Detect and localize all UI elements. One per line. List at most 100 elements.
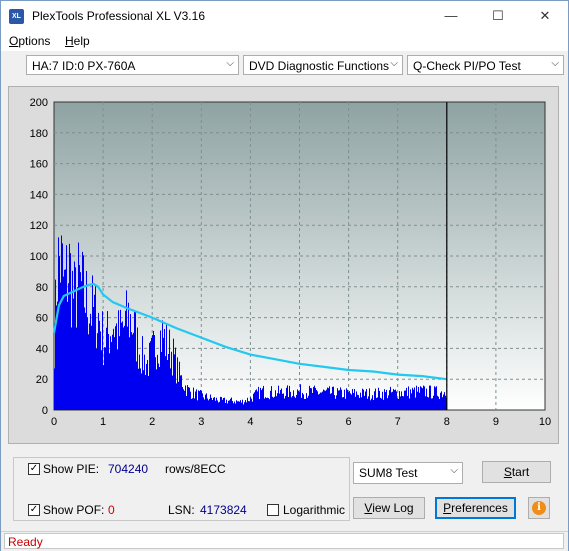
- pie-bar: [353, 393, 354, 410]
- pie-bar: [103, 365, 104, 410]
- lsn-value: 4173824: [200, 503, 247, 517]
- function-select[interactable]: DVD Diagnostic Functions ⌵: [243, 55, 403, 75]
- sum8-test-select[interactable]: SUM8 Test ⌵: [353, 462, 463, 484]
- x-tick-label: 8: [444, 416, 450, 428]
- y-tick-label: 200: [30, 97, 48, 109]
- pie-bar: [432, 398, 433, 410]
- pie-bar: [349, 391, 350, 410]
- pie-bar: [110, 336, 111, 410]
- info-button[interactable]: i: [528, 497, 550, 519]
- pie-bar: [304, 398, 305, 410]
- pie-bar: [406, 387, 407, 410]
- show-pof-label: Show POF:: [43, 503, 105, 517]
- pie-bar: [144, 354, 145, 410]
- pie-bar: [67, 301, 68, 410]
- pie-bar: [394, 390, 395, 410]
- pie-bar: [421, 387, 422, 410]
- pie-bar: [183, 389, 184, 410]
- pie-bar: [334, 395, 335, 410]
- pie-bar: [351, 394, 352, 410]
- pie-bar: [169, 329, 170, 410]
- pie-bar: [442, 397, 443, 410]
- pie-bar: [275, 390, 276, 410]
- pie-bar: [341, 389, 342, 410]
- pie-bar: [111, 342, 112, 410]
- pie-bar: [137, 327, 138, 410]
- pie-bar: [211, 397, 212, 410]
- pie-bar: [330, 393, 331, 410]
- title-bar[interactable]: XL PlexTools Professional XL V3.16 — ☐ ✕: [1, 1, 568, 31]
- pie-bar: [395, 389, 396, 410]
- pie-bar: [368, 396, 369, 410]
- pie-bar: [246, 402, 247, 410]
- pie-bar: [399, 391, 400, 410]
- show-pof-checkbox[interactable]: ✓: [28, 504, 40, 516]
- preferences-button[interactable]: Preferences: [435, 497, 516, 519]
- pie-bar: [441, 391, 442, 410]
- pie-bar: [380, 397, 381, 410]
- pie-bar: [233, 403, 234, 410]
- view-log-button[interactable]: View Log: [353, 497, 425, 519]
- pie-bar: [146, 363, 147, 410]
- menu-options[interactable]: Options: [9, 34, 50, 48]
- logarithmic-checkbox[interactable]: [267, 504, 279, 516]
- pie-bar: [238, 401, 239, 410]
- pie-bar: [424, 386, 425, 410]
- pie-bar: [194, 398, 195, 410]
- minimize-button[interactable]: —: [428, 1, 474, 31]
- y-tick-label: 100: [30, 251, 48, 263]
- pie-bar: [358, 395, 359, 410]
- pie-bar: [279, 393, 280, 410]
- pie-bar: [247, 397, 248, 410]
- maximize-button[interactable]: ☐: [475, 1, 521, 31]
- pie-bar: [179, 361, 180, 410]
- pie-bar: [356, 391, 357, 410]
- pie-bar: [398, 398, 399, 410]
- pie-bar: [363, 389, 364, 410]
- start-button[interactable]: Start: [482, 461, 551, 483]
- pie-bar: [254, 392, 255, 410]
- pie-bar: [263, 385, 264, 410]
- pie-bar: [384, 389, 385, 410]
- pie-bar: [386, 389, 387, 410]
- pie-bar: [303, 394, 304, 410]
- x-tick-label: 9: [493, 416, 499, 428]
- pie-bar: [402, 395, 403, 410]
- test-select[interactable]: Q-Check PI/PO Test ⌵: [407, 55, 564, 75]
- menu-help[interactable]: Help: [65, 34, 90, 48]
- pie-bar: [76, 327, 77, 410]
- pie-bar: [224, 397, 225, 410]
- pie-bar: [223, 398, 224, 410]
- pie-bar: [293, 390, 294, 410]
- pie-bar: [417, 391, 418, 410]
- pie-bar: [113, 328, 114, 410]
- drive-select[interactable]: HA:7 ID:0 PX-760A ⌵: [26, 55, 239, 75]
- pie-bar: [369, 388, 370, 410]
- show-pie-checkbox[interactable]: ✓: [28, 463, 40, 475]
- pie-bar: [403, 396, 404, 410]
- pie-bar: [237, 401, 238, 410]
- status-bar: Ready: [1, 531, 568, 551]
- pie-bar: [347, 389, 348, 410]
- pie-bar: [444, 392, 445, 410]
- pie-bar: [234, 401, 235, 410]
- pie-bar: [209, 398, 210, 410]
- pie-bar: [184, 390, 185, 410]
- pie-bar: [154, 335, 155, 410]
- pie-bar: [319, 393, 320, 410]
- pie-bar: [204, 399, 205, 410]
- pie-bar: [339, 390, 340, 410]
- pie-bar: [252, 401, 253, 410]
- pie-bar: [352, 389, 353, 410]
- pie-bar: [121, 322, 122, 410]
- function-select-value: DVD Diagnostic Functions: [249, 59, 390, 73]
- pie-bar: [413, 389, 414, 410]
- chevron-down-icon: ⌵: [450, 465, 458, 476]
- pie-bar: [91, 325, 92, 410]
- pie-bar: [77, 287, 78, 410]
- x-tick-label: 3: [198, 416, 204, 428]
- close-button[interactable]: ✕: [522, 1, 568, 31]
- pie-bar: [160, 330, 161, 410]
- pie-bar: [193, 387, 194, 410]
- pie-bar: [96, 348, 97, 410]
